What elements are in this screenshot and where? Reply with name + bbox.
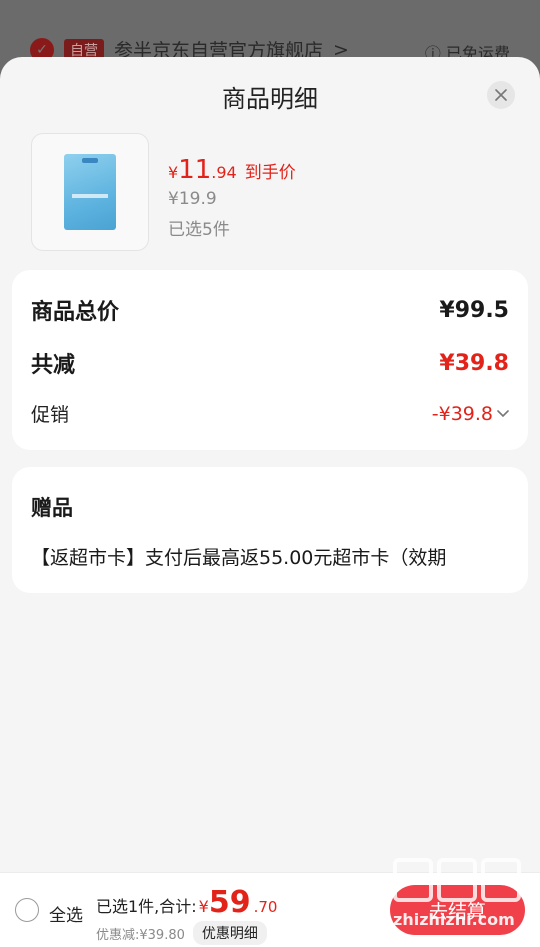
total-reduction-row: 共减 ¥39.8 [31, 347, 509, 379]
gift-description: 【返超市卡】支付后最高返55.00元超市卡（效期 [31, 547, 447, 569]
select-all-label[interactable]: 全选 [49, 901, 83, 926]
gift-title: 赠品 [31, 496, 73, 520]
promotion-amount: -¥39.8 [431, 402, 493, 425]
sheet-title: 商品明细 [222, 85, 318, 113]
order-total: 已选1件,合计: ¥ 59 .70 [96, 885, 277, 920]
chevron-down-icon [497, 409, 509, 417]
price-summary-card: 商品总价 ¥99.5 共减 ¥39.8 促销 -¥39.8 [12, 270, 528, 450]
promotion-row[interactable]: 促销 -¥39.8 [31, 400, 509, 427]
price-tag: 到手价 [244, 163, 296, 183]
total-price-value: ¥99.5 [439, 297, 509, 323]
gift-card: 赠品 【返超市卡】支付后最高返55.00元超市卡（效期 [12, 467, 528, 593]
close-icon [495, 89, 507, 101]
discount-amount: 优惠减:¥39.80 [96, 927, 185, 943]
checkout-bar: 全选 已选1件,合计: ¥ 59 .70 优惠减:¥39.80 优惠明细 去结算 [0, 872, 540, 947]
discount-line: 优惠减:¥39.80 优惠明细 [96, 921, 267, 945]
close-button[interactable] [487, 81, 515, 109]
order-total-label: 已选1件,合计: [96, 897, 197, 916]
checkout-button[interactable]: 去结算 [390, 885, 525, 935]
total-reduction-label: 共减 [31, 353, 76, 378]
price-integer: 11 [178, 155, 212, 185]
promotion-label: 促销 [31, 404, 70, 426]
final-price: ¥ 11 .94 到手价 [168, 155, 296, 185]
selected-count: 已选5件 [168, 220, 230, 240]
total-price-label: 商品总价 [31, 300, 120, 325]
original-price: ¥19.9 [168, 189, 217, 209]
select-all-checkbox[interactable] [15, 898, 39, 922]
promotion-value[interactable]: -¥39.8 [432, 403, 509, 425]
order-total-decimal: .70 [253, 898, 278, 916]
price-currency: ¥ [168, 163, 179, 182]
product-detail-sheet: 商品明细 ¥ 11 .94 到手价 ¥19.9 已选5件 商品总价 ¥99.5 … [0, 57, 540, 947]
discount-detail-button[interactable]: 优惠明细 [192, 921, 267, 945]
order-total-integer: 59 [208, 885, 251, 920]
product-image[interactable] [31, 133, 149, 251]
order-total-currency: ¥ [198, 897, 209, 916]
price-decimal: .94 [211, 163, 237, 182]
product-package-image [64, 154, 116, 230]
total-reduction-value: ¥39.8 [439, 350, 509, 376]
total-price-row: 商品总价 ¥99.5 [31, 294, 509, 326]
